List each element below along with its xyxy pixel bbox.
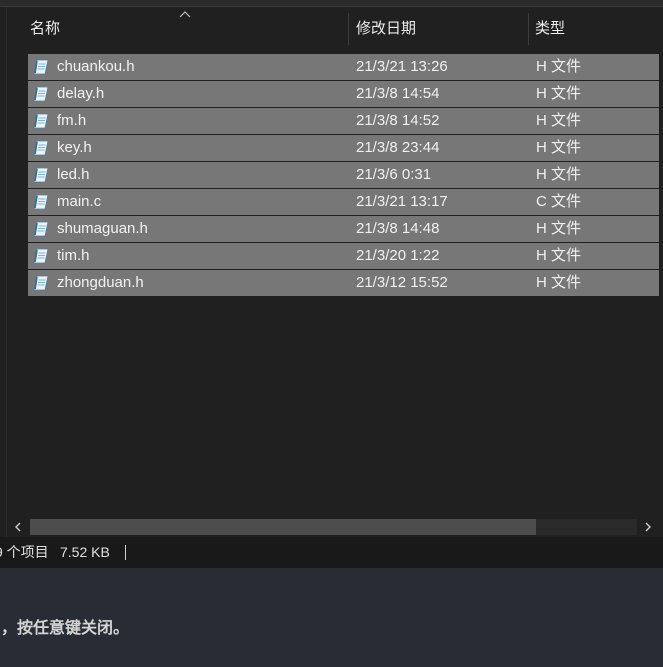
- column-header-name[interactable]: 名称: [30, 7, 60, 51]
- chevron-right-icon[interactable]: [641, 520, 655, 534]
- column-header-bar: 名称 修改日期 类型: [7, 7, 663, 51]
- file-name[interactable]: shumaguan.h: [57, 216, 148, 242]
- file-type: H 文件: [536, 139, 582, 156]
- column-header-date[interactable]: 修改日期: [356, 7, 416, 51]
- file-icon: [33, 59, 49, 75]
- file-row[interactable]: chuankou.h 21/3/21 13:26 H 文件: [28, 54, 659, 80]
- file-name[interactable]: main.c: [57, 189, 101, 215]
- navigation-pane-edge: [0, 7, 7, 537]
- file-type: H 文件: [536, 85, 582, 102]
- file-name[interactable]: chuankou.h: [57, 54, 135, 80]
- file-icon: [33, 140, 49, 156]
- file-icon: [33, 167, 49, 183]
- file-icon: [33, 86, 49, 102]
- file-modified-date: 21/3/8 14:52: [356, 112, 440, 129]
- file-row[interactable]: led.h 21/3/6 0:31 H 文件: [28, 162, 659, 188]
- file-type: H 文件: [536, 58, 582, 75]
- scrollbar-thumb[interactable]: [30, 519, 536, 535]
- file-type: H 文件: [536, 112, 582, 129]
- column-divider[interactable]: [528, 13, 529, 45]
- status-separator: [125, 545, 126, 560]
- sort-up-icon: [179, 11, 191, 18]
- file-modified-date: 21/3/21 13:17: [356, 193, 448, 210]
- window-top-edge: [0, 0, 663, 7]
- file-icon: [33, 194, 49, 210]
- console-window: 用，按任意键关闭。: [0, 568, 663, 667]
- file-modified-date: 21/3/8 23:44: [356, 139, 440, 156]
- file-row[interactable]: key.h 21/3/8 23:44 H 文件: [28, 135, 659, 161]
- file-row[interactable]: delay.h 21/3/8 14:54 H 文件: [28, 81, 659, 107]
- file-modified-date: 21/3/12 15:52: [356, 274, 448, 291]
- file-icon: [33, 248, 49, 264]
- column-header-type[interactable]: 类型: [535, 7, 565, 51]
- console-message: 用，按任意键关闭。: [0, 618, 130, 637]
- file-rows: chuankou.h 21/3/21 13:26 H 文件 delay.h 21…: [28, 54, 659, 297]
- file-modified-date: 21/3/8 14:48: [356, 220, 440, 237]
- file-modified-date: 21/3/21 13:26: [356, 58, 448, 75]
- item-count: 9 个项目: [0, 544, 49, 560]
- chevron-left-icon[interactable]: [11, 520, 25, 534]
- file-name[interactable]: led.h: [57, 162, 90, 188]
- file-row[interactable]: fm.h 21/3/8 14:52 H 文件: [28, 108, 659, 134]
- file-name[interactable]: delay.h: [57, 81, 104, 107]
- file-icon: [33, 221, 49, 237]
- file-row[interactable]: tim.h 21/3/20 1:22 H 文件: [28, 243, 659, 269]
- file-modified-date: 21/3/20 1:22: [356, 247, 440, 264]
- file-row[interactable]: zhongduan.h 21/3/12 15:52 H 文件: [28, 270, 659, 296]
- horizontal-scrollbar[interactable]: [7, 517, 663, 537]
- file-list-view: 名称 修改日期 类型 chuankou.h 21/3/21 13:26 H 文件…: [7, 7, 663, 537]
- selection-size: 7.52 KB: [60, 544, 110, 560]
- file-name[interactable]: tim.h: [57, 243, 90, 269]
- file-type: C 文件: [536, 193, 582, 210]
- status-bar: 9 个项目 7.52 KB: [0, 537, 663, 568]
- file-type: H 文件: [536, 220, 582, 237]
- file-name[interactable]: fm.h: [57, 108, 86, 134]
- file-icon: [33, 113, 49, 129]
- file-modified-date: 21/3/8 14:54: [356, 85, 440, 102]
- file-type: H 文件: [536, 166, 582, 183]
- file-row[interactable]: main.c 21/3/21 13:17 C 文件: [28, 189, 659, 215]
- file-type: H 文件: [536, 274, 582, 291]
- file-icon: [33, 275, 49, 291]
- file-name[interactable]: key.h: [57, 135, 92, 161]
- file-name[interactable]: zhongduan.h: [57, 270, 144, 296]
- column-divider[interactable]: [348, 13, 349, 45]
- file-row[interactable]: shumaguan.h 21/3/8 14:48 H 文件: [28, 216, 659, 242]
- file-modified-date: 21/3/6 0:31: [356, 166, 432, 183]
- file-type: H 文件: [536, 247, 582, 264]
